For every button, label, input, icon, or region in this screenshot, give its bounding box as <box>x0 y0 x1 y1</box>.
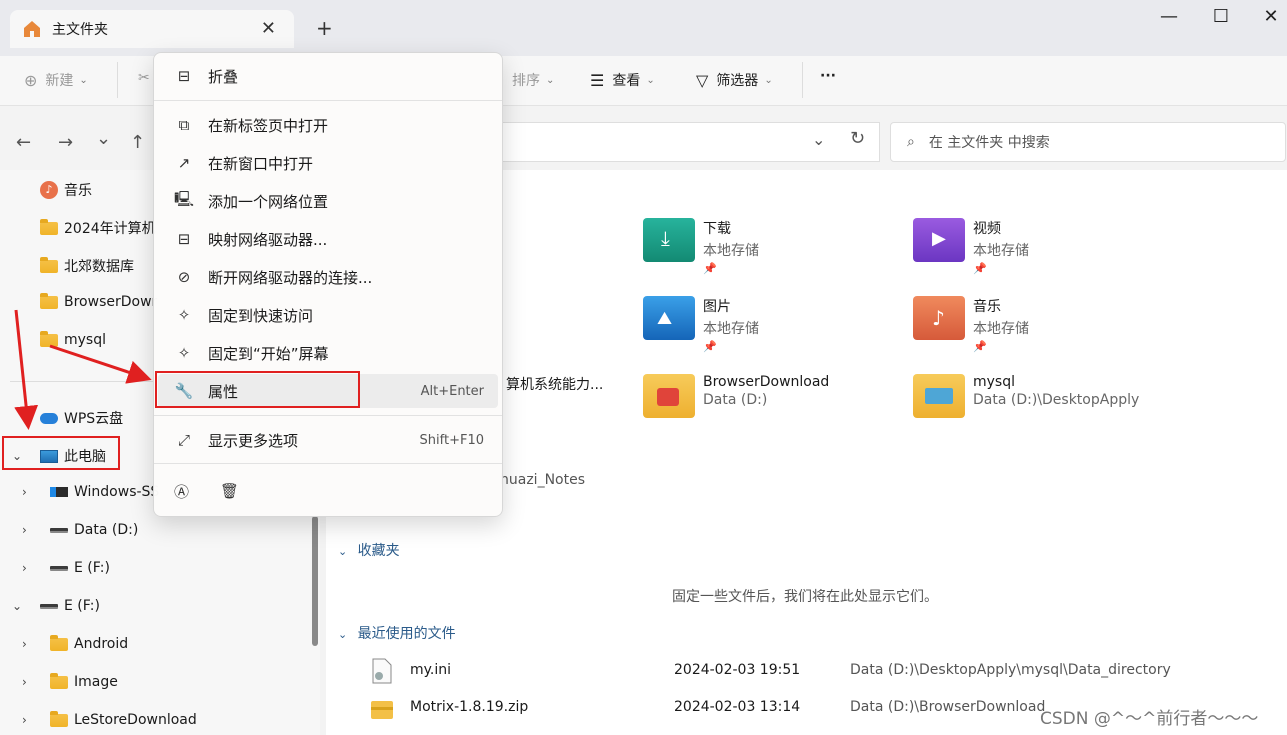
watermark: CSDN @^～^前行者～～～ <box>1040 709 1259 729</box>
annotation-arrows <box>14 309 152 430</box>
